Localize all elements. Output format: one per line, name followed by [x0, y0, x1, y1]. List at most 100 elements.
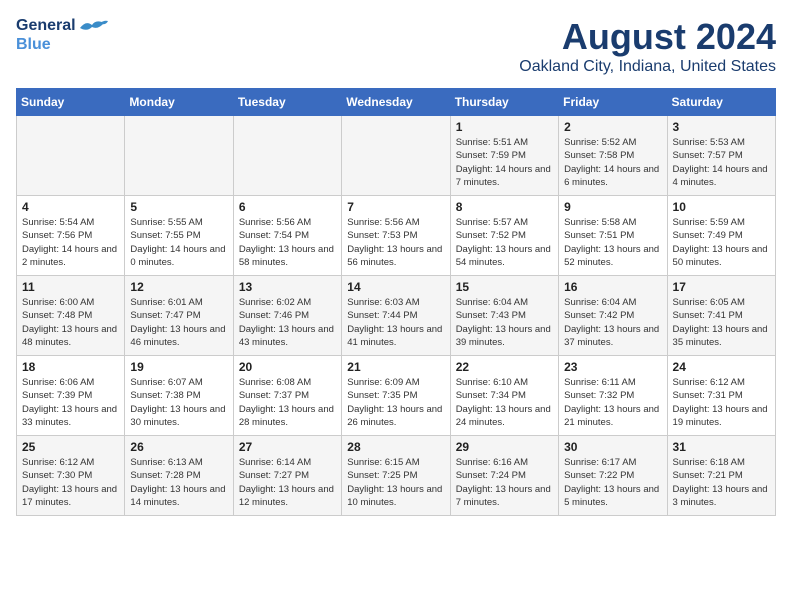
- calendar-cell: [17, 116, 125, 196]
- day-info: Sunrise: 5:59 AMSunset: 7:49 PMDaylight:…: [673, 216, 770, 269]
- day-number: 16: [564, 280, 661, 294]
- day-number: 12: [130, 280, 227, 294]
- day-number: 29: [456, 440, 553, 454]
- calendar-cell: 26 Sunrise: 6:13 AMSunset: 7:28 PMDayligh…: [125, 436, 233, 516]
- day-number: 15: [456, 280, 553, 294]
- logo: General Blue: [16, 16, 108, 54]
- day-number: 17: [673, 280, 770, 294]
- calendar-cell: 15 Sunrise: 6:04 AMSunset: 7:43 PMDayligh…: [450, 276, 558, 356]
- calendar-cell: 21 Sunrise: 6:09 AMSunset: 7:35 PMDayligh…: [342, 356, 450, 436]
- col-header-thursday: Thursday: [450, 89, 558, 116]
- day-number: 4: [22, 200, 119, 214]
- calendar-cell: [342, 116, 450, 196]
- calendar-cell: 7 Sunrise: 5:56 AMSunset: 7:53 PMDaylight…: [342, 196, 450, 276]
- day-number: 2: [564, 120, 661, 134]
- col-header-wednesday: Wednesday: [342, 89, 450, 116]
- calendar-cell: 25Sunrise: 6:12 AMSunset: 7:30 PMDayligh…: [17, 436, 125, 516]
- day-info: Sunrise: 6:15 AMSunset: 7:25 PMDaylight:…: [347, 456, 444, 509]
- logo-general-text: General: [16, 17, 76, 35]
- day-number: 8: [456, 200, 553, 214]
- day-number: 26: [130, 440, 227, 454]
- day-info: Sunrise: 6:13 AMSunset: 7:28 PMDaylight:…: [130, 456, 227, 509]
- day-info: Sunrise: 6:05 AMSunset: 7:41 PMDaylight:…: [673, 296, 770, 349]
- day-info: Sunrise: 6:11 AMSunset: 7:32 PMDaylight:…: [564, 376, 661, 429]
- calendar-cell: 5 Sunrise: 5:55 AMSunset: 7:55 PMDaylight…: [125, 196, 233, 276]
- day-number: 23: [564, 360, 661, 374]
- day-info: Sunrise: 6:04 AMSunset: 7:42 PMDaylight:…: [564, 296, 661, 349]
- day-number: 31: [673, 440, 770, 454]
- day-info: Sunrise: 6:07 AMSunset: 7:38 PMDaylight:…: [130, 376, 227, 429]
- day-info: Sunrise: 6:02 AMSunset: 7:46 PMDaylight:…: [239, 296, 336, 349]
- calendar-week-3: 11 Sunrise: 6:00 AMSunset: 7:48 PMDayligh…: [17, 276, 776, 356]
- day-info: Sunrise: 6:12 AMSunset: 7:31 PMDaylight:…: [673, 376, 770, 429]
- day-info: Sunrise: 5:55 AMSunset: 7:55 PMDaylight:…: [130, 216, 227, 269]
- day-number: 7: [347, 200, 444, 214]
- day-info: Sunrise: 5:51 AMSunset: 7:59 PMDaylight:…: [456, 136, 553, 189]
- day-info: Sunrise: 5:53 AMSunset: 7:57 PMDaylight:…: [673, 136, 770, 189]
- day-info: Sunrise: 6:14 AMSunset: 7:27 PMDaylight:…: [239, 456, 336, 509]
- day-number: 28: [347, 440, 444, 454]
- calendar-week-1: 1 Sunrise: 5:51 AMSunset: 7:59 PMDaylight…: [17, 116, 776, 196]
- day-info: Sunrise: 5:57 AMSunset: 7:52 PMDaylight:…: [456, 216, 553, 269]
- day-info: Sunrise: 6:06 AMSunset: 7:39 PMDaylight:…: [22, 376, 119, 429]
- calendar-week-2: 4 Sunrise: 5:54 AMSunset: 7:56 PMDaylight…: [17, 196, 776, 276]
- calendar-cell: 12 Sunrise: 6:01 AMSunset: 7:47 PMDayligh…: [125, 276, 233, 356]
- calendar-cell: 27Sunrise: 6:14 AMSunset: 7:27 PMDayligh…: [233, 436, 341, 516]
- col-header-friday: Friday: [559, 89, 667, 116]
- calendar-cell: 4 Sunrise: 5:54 AMSunset: 7:56 PMDaylight…: [17, 196, 125, 276]
- calendar-cell: 20 Sunrise: 6:08 AMSunset: 7:37 PMDayligh…: [233, 356, 341, 436]
- day-info: Sunrise: 6:04 AMSunset: 7:43 PMDaylight:…: [456, 296, 553, 349]
- day-info: Sunrise: 6:03 AMSunset: 7:44 PMDaylight:…: [347, 296, 444, 349]
- logo-lockup: General Blue: [16, 16, 108, 54]
- calendar-cell: 14 Sunrise: 6:03 AMSunset: 7:44 PMDayligh…: [342, 276, 450, 356]
- day-number: 19: [130, 360, 227, 374]
- calendar-cell: [233, 116, 341, 196]
- calendar-cell: 6 Sunrise: 5:56 AMSunset: 7:54 PMDaylight…: [233, 196, 341, 276]
- day-number: 5: [130, 200, 227, 214]
- calendar-cell: 29 Sunrise: 6:16 AMSunset: 7:24 PMDayligh…: [450, 436, 558, 516]
- logo-blue-text: Blue: [16, 36, 51, 54]
- day-info: Sunrise: 5:54 AMSunset: 7:56 PMDaylight:…: [22, 216, 119, 269]
- calendar-cell: 11 Sunrise: 6:00 AMSunset: 7:48 PMDayligh…: [17, 276, 125, 356]
- day-number: 20: [239, 360, 336, 374]
- logo-bird-svg: [78, 16, 108, 36]
- calendar-cell: 3Sunrise: 5:53 AMSunset: 7:57 PMDaylight…: [667, 116, 775, 196]
- day-info: Sunrise: 6:09 AMSunset: 7:35 PMDaylight:…: [347, 376, 444, 429]
- day-number: 9: [564, 200, 661, 214]
- day-info: Sunrise: 6:16 AMSunset: 7:24 PMDaylight:…: [456, 456, 553, 509]
- day-number: 14: [347, 280, 444, 294]
- calendar-cell: 30Sunrise: 6:17 AMSunset: 7:22 PMDayligh…: [559, 436, 667, 516]
- calendar-cell: 2Sunrise: 5:52 AMSunset: 7:58 PMDaylight…: [559, 116, 667, 196]
- page-header: General Blue August 2024 Oakland City, I…: [16, 16, 776, 76]
- subtitle: Oakland City, Indiana, United States: [519, 58, 776, 76]
- day-info: Sunrise: 6:01 AMSunset: 7:47 PMDaylight:…: [130, 296, 227, 349]
- day-number: 24: [673, 360, 770, 374]
- calendar-cell: 31 Sunrise: 6:18 AMSunset: 7:21 PMDayligh…: [667, 436, 775, 516]
- title-block: August 2024 Oakland City, Indiana, Unite…: [519, 16, 776, 76]
- day-number: 1: [456, 120, 553, 134]
- calendar-cell: 23 Sunrise: 6:11 AMSunset: 7:32 PMDayligh…: [559, 356, 667, 436]
- day-info: Sunrise: 6:18 AMSunset: 7:21 PMDaylight:…: [673, 456, 770, 509]
- day-info: Sunrise: 6:00 AMSunset: 7:48 PMDaylight:…: [22, 296, 119, 349]
- day-info: Sunrise: 6:08 AMSunset: 7:37 PMDaylight:…: [239, 376, 336, 429]
- col-header-saturday: Saturday: [667, 89, 775, 116]
- day-number: 22: [456, 360, 553, 374]
- col-header-tuesday: Tuesday: [233, 89, 341, 116]
- main-title: August 2024: [519, 16, 776, 58]
- day-number: 6: [239, 200, 336, 214]
- day-info: Sunrise: 5:58 AMSunset: 7:51 PMDaylight:…: [564, 216, 661, 269]
- day-number: 18: [22, 360, 119, 374]
- day-number: 10: [673, 200, 770, 214]
- calendar-cell: 9 Sunrise: 5:58 AMSunset: 7:51 PMDaylight…: [559, 196, 667, 276]
- calendar-cell: [125, 116, 233, 196]
- day-number: 11: [22, 280, 119, 294]
- day-number: 21: [347, 360, 444, 374]
- calendar-cell: 17 Sunrise: 6:05 AMSunset: 7:41 PMDayligh…: [667, 276, 775, 356]
- calendar-cell: 18 Sunrise: 6:06 AMSunset: 7:39 PMDayligh…: [17, 356, 125, 436]
- day-info: Sunrise: 5:56 AMSunset: 7:53 PMDaylight:…: [347, 216, 444, 269]
- calendar-cell: 19 Sunrise: 6:07 AMSunset: 7:38 PMDayligh…: [125, 356, 233, 436]
- day-info: Sunrise: 6:12 AMSunset: 7:30 PMDaylight:…: [22, 456, 119, 509]
- calendar-cell: 22Sunrise: 6:10 AMSunset: 7:34 PMDayligh…: [450, 356, 558, 436]
- day-info: Sunrise: 5:56 AMSunset: 7:54 PMDaylight:…: [239, 216, 336, 269]
- calendar-cell: 28 Sunrise: 6:15 AMSunset: 7:25 PMDayligh…: [342, 436, 450, 516]
